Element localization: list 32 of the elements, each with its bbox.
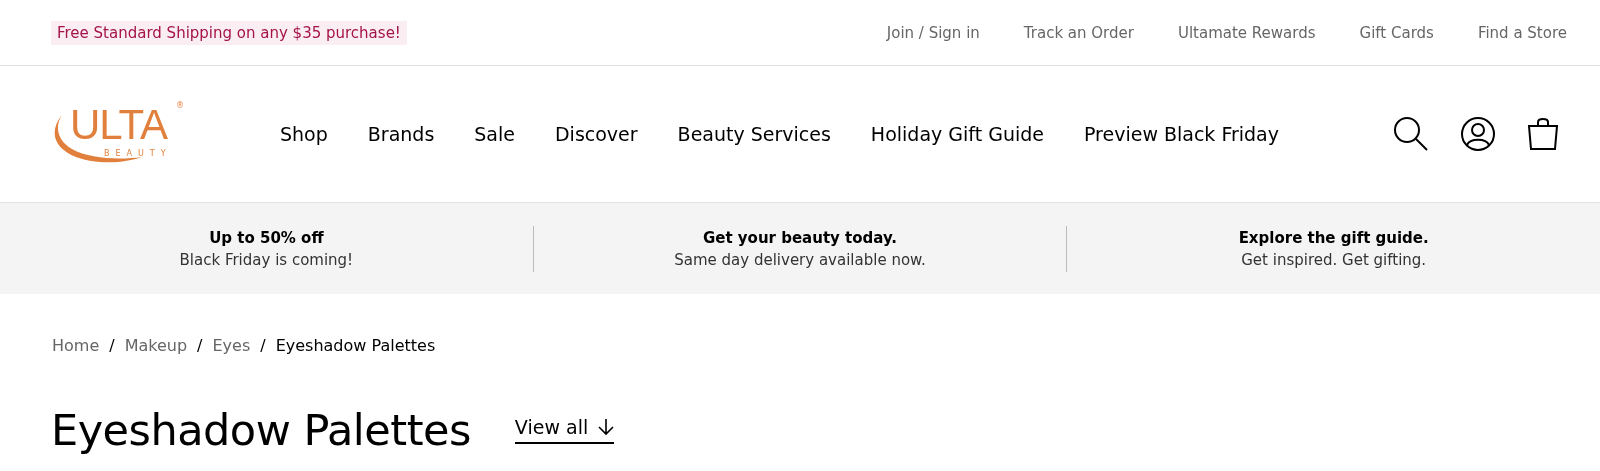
nav-link[interactable]: Shop <box>280 123 328 145</box>
promo-text: Same day delivery available now. <box>674 250 926 269</box>
top-link[interactable]: Ultamate Rewards <box>1177 23 1316 42</box>
nav-link[interactable]: Sale <box>474 123 515 145</box>
breadcrumb-link[interactable]: Eyes <box>212 336 251 355</box>
top-link[interactable]: Find a Store <box>1477 23 1567 42</box>
breadcrumb-link[interactable]: Makeup <box>124 336 188 355</box>
top-link[interactable]: Gift Cards <box>1359 23 1434 42</box>
breadcrumb-separator: / <box>197 336 203 355</box>
arrow-down-icon <box>598 418 615 436</box>
account-icon[interactable] <box>1460 116 1496 152</box>
top-link[interactable]: Join / Sign in <box>886 23 980 42</box>
promo-text: Black Friday is coming! <box>179 250 354 269</box>
breadcrumb-link[interactable]: Eyeshadow Palettes <box>275 336 436 355</box>
nav-link[interactable]: Brands <box>367 123 435 145</box>
top-link[interactable]: Track an Order <box>1023 23 1134 42</box>
bag-icon[interactable] <box>1526 117 1560 151</box>
page-title: Eyeshadow Palettes <box>51 405 471 455</box>
promo-text: Get inspired. Get gifting. <box>1241 250 1427 269</box>
breadcrumb-link[interactable]: Home <box>52 336 100 355</box>
nav-link[interactable]: Holiday Gift Guide <box>870 123 1044 145</box>
promo-title[interactable]: Up to 50% off <box>209 228 324 247</box>
view-all-link[interactable]: View all <box>514 416 615 444</box>
nav-link[interactable]: Preview Black Friday <box>1083 123 1279 145</box>
search-icon[interactable] <box>1392 115 1430 153</box>
promo-title[interactable]: Get your beauty today. <box>702 228 898 247</box>
promo-title[interactable]: Explore the gift guide. <box>1238 228 1429 247</box>
nav-link[interactable]: Beauty Services <box>677 123 831 145</box>
promo-banner: Free Standard Shipping on any $35 purchase! <box>51 20 407 45</box>
nav-link[interactable]: Discover <box>554 123 638 145</box>
breadcrumb-separator: / <box>260 336 266 355</box>
breadcrumb-separator: / <box>109 336 115 355</box>
